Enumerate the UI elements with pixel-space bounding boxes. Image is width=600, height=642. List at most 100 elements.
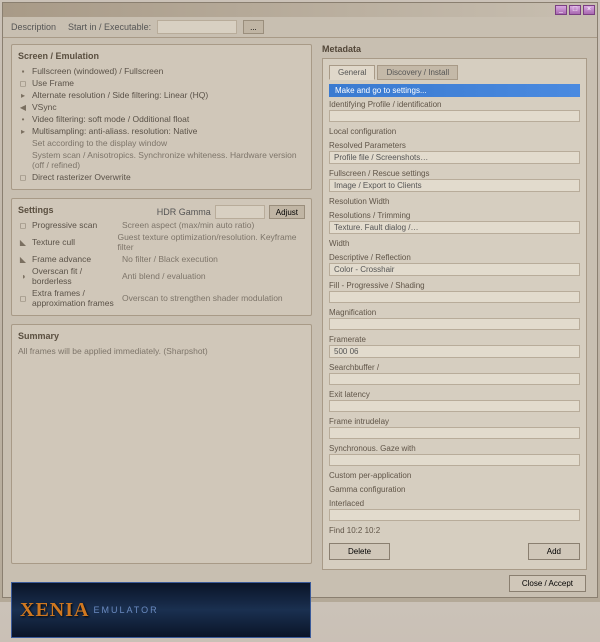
field-label: Local configuration bbox=[329, 127, 580, 136]
metadata-panel: General Discovery / Install Make and go … bbox=[322, 58, 587, 570]
right-title: Metadata bbox=[322, 44, 587, 54]
half-icon: ◑ bbox=[18, 271, 28, 281]
hdr-input[interactable] bbox=[215, 205, 265, 219]
option-detail: No filter / Black execution bbox=[122, 254, 218, 264]
option-detail: Screen aspect (max/min auto ratio) bbox=[122, 220, 254, 230]
option-label: Progressive scan bbox=[32, 220, 122, 230]
field-label: Identifying Profile / identification bbox=[329, 100, 580, 109]
settings-panel-title: Settings bbox=[18, 205, 54, 215]
bullet-icon: ▪ bbox=[18, 66, 28, 76]
titlebar: _ □ × bbox=[3, 3, 597, 17]
option-label: System scan / Anisotropics. Synchronize … bbox=[32, 150, 305, 170]
option-label: Set according to the display window bbox=[32, 138, 167, 148]
option-label[interactable]: Multisampling: anti-aliass. resolution: … bbox=[32, 126, 197, 136]
option-label[interactable]: Fullscreen (windowed) / Fullscreen bbox=[32, 66, 163, 76]
checkbox-icon[interactable]: ◻ bbox=[18, 293, 28, 303]
summary-panel-title: Summary bbox=[18, 331, 305, 341]
option-label: Direct rasterizer Overwrite bbox=[32, 172, 131, 182]
field-value[interactable] bbox=[329, 373, 580, 385]
checkbox-icon[interactable]: ◻ bbox=[18, 220, 28, 230]
summary-panel: Summary All frames will be applied immed… bbox=[11, 324, 312, 564]
field-value[interactable]: 500 06 bbox=[329, 345, 580, 358]
field-value[interactable] bbox=[329, 110, 580, 122]
field-label: Magnification bbox=[329, 308, 580, 317]
delete-button[interactable]: Delete bbox=[329, 543, 390, 560]
arrow-icon: ▸ bbox=[18, 126, 28, 136]
field-label: Width bbox=[329, 239, 580, 248]
field-label: Custom per-application bbox=[329, 471, 580, 480]
tab-general[interactable]: General bbox=[329, 65, 375, 80]
field-value[interactable] bbox=[329, 427, 580, 439]
field-value[interactable]: Image / Export to Clients bbox=[329, 179, 580, 192]
hdr-label: HDR Gamma bbox=[157, 207, 211, 217]
hdr-adjust-button[interactable]: Adjust bbox=[269, 205, 305, 219]
checkbox-icon[interactable]: ◻ bbox=[18, 78, 28, 88]
minimize-button[interactable]: _ bbox=[555, 5, 567, 15]
blank-icon bbox=[18, 155, 28, 165]
field-label: Resolved Parameters bbox=[329, 141, 580, 150]
field-value[interactable]: Profile file / Screenshots… bbox=[329, 151, 580, 164]
brand-logo: XENIA bbox=[20, 599, 89, 622]
tab-row: General Discovery / Install bbox=[329, 65, 580, 80]
field-label: Resolution Width bbox=[329, 197, 580, 206]
option-label[interactable]: Overscan fit / borderless bbox=[32, 266, 122, 286]
field-label: Frame intrudelay bbox=[329, 417, 580, 426]
option-label[interactable]: Alternate resolution / Side filtering: L… bbox=[32, 90, 208, 100]
summary-text: All frames will be applied immediately. … bbox=[18, 345, 305, 357]
checkbox-icon[interactable]: ◻ bbox=[18, 172, 28, 182]
option-label[interactable]: Frame advance bbox=[32, 254, 122, 264]
highlight-bar[interactable]: Make and go to settings... bbox=[329, 84, 580, 97]
tab-discovery[interactable]: Discovery / Install bbox=[377, 65, 458, 80]
field-value[interactable]: Color - Crosshair bbox=[329, 263, 580, 276]
path-input[interactable] bbox=[157, 20, 237, 34]
field-label: Descriptive / Reflection bbox=[329, 253, 580, 262]
option-label[interactable]: Video filtering: soft mode / Odditional … bbox=[32, 114, 189, 124]
option-detail: Overscan to strengthen shader modulation bbox=[122, 293, 283, 303]
screen-panel: Screen / Emulation ▪ Fullscreen (windowed… bbox=[11, 44, 312, 190]
screen-panel-title: Screen / Emulation bbox=[18, 51, 305, 61]
option-detail: Anti blend / evaluation bbox=[122, 271, 206, 281]
right-column: Metadata General Discovery / Install Mak… bbox=[318, 38, 597, 578]
field-value[interactable]: Texture. Fault dialog /… bbox=[329, 221, 580, 234]
field-label: Fill - Progressive / Shading bbox=[329, 281, 580, 290]
toolbar: Description Start in / Executable: ... bbox=[3, 17, 597, 38]
settings-panel: Settings HDR Gamma Adjust ◻ Progressive s… bbox=[11, 198, 312, 316]
option-label[interactable]: VSync bbox=[32, 102, 57, 112]
field-label: Exit latency bbox=[329, 390, 580, 399]
brand-banner: XENIA EMULATOR bbox=[11, 582, 311, 638]
description-label: Description bbox=[11, 22, 56, 32]
field-label: Gamma configuration bbox=[329, 485, 580, 494]
field-label: Searchbuffer / bbox=[329, 363, 580, 372]
browse-button[interactable]: ... bbox=[243, 20, 264, 34]
close-button[interactable]: × bbox=[583, 5, 595, 15]
field-label: Interlaced bbox=[329, 499, 580, 508]
close-accept-button[interactable]: Close / Accept bbox=[509, 575, 586, 592]
field-value[interactable] bbox=[329, 454, 580, 466]
option-label[interactable]: Texture cull bbox=[32, 237, 117, 247]
main-window: _ □ × Description Start in / Executable:… bbox=[2, 2, 598, 598]
tri-icon: ◣ bbox=[18, 254, 28, 264]
left-column: Screen / Emulation ▪ Fullscreen (windowed… bbox=[3, 38, 318, 578]
field-value[interactable] bbox=[329, 291, 580, 303]
field-value[interactable] bbox=[329, 400, 580, 412]
brand-subtitle: EMULATOR bbox=[93, 605, 158, 615]
bullet-icon: • bbox=[18, 114, 28, 124]
field-value[interactable] bbox=[329, 318, 580, 330]
tri-icon: ◣ bbox=[18, 237, 28, 247]
path-label: Start in / Executable: bbox=[68, 22, 151, 32]
field-label: Framerate bbox=[329, 335, 580, 344]
bottom-button-row: Close / Accept bbox=[509, 575, 586, 592]
option-label: Extra frames / approximation frames bbox=[32, 288, 122, 308]
maximize-button[interactable]: □ bbox=[569, 5, 581, 15]
arrow-left-icon: ◀ bbox=[18, 102, 28, 112]
add-button[interactable]: Add bbox=[528, 543, 580, 560]
option-label: Use Frame bbox=[32, 78, 74, 88]
option-detail: Guest texture optimization/resolution. K… bbox=[117, 232, 305, 252]
blank-icon bbox=[18, 138, 28, 148]
field-value[interactable] bbox=[329, 509, 580, 521]
field-label: Resolutions / Trimming bbox=[329, 211, 580, 220]
field-label: Synchronous. Gaze with bbox=[329, 444, 580, 453]
arrow-icon: ▸ bbox=[18, 90, 28, 100]
field-label: Fullscreen / Rescue settings bbox=[329, 169, 580, 178]
field-label: Find 10:2 10:2 bbox=[329, 526, 580, 535]
